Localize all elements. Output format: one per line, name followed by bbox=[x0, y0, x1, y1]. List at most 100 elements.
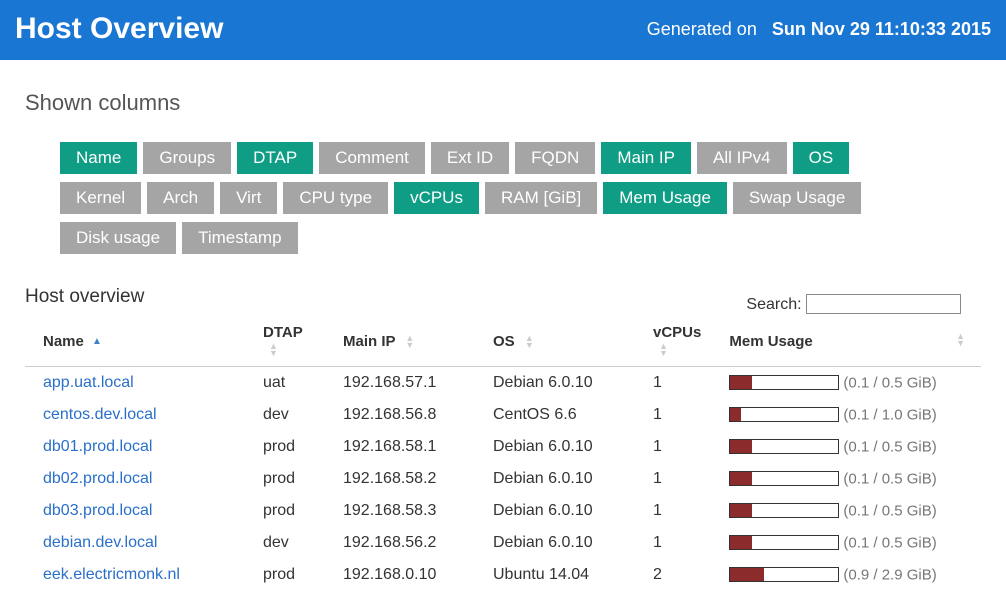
table-row: db02.prod.local prod192.168.58.2Debian 6.… bbox=[25, 463, 981, 495]
table-row: centos.dev.local dev192.168.56.8CentOS 6.… bbox=[25, 399, 981, 431]
filter-swap-usage[interactable]: Swap Usage bbox=[733, 182, 861, 214]
filter-disk-usage[interactable]: Disk usage bbox=[60, 222, 176, 254]
host-link[interactable]: db03.prod.local bbox=[43, 502, 152, 519]
cell-dtap: uat bbox=[245, 367, 325, 400]
filter-kernel[interactable]: Kernel bbox=[60, 182, 141, 214]
host-link[interactable]: debian.dev.local bbox=[43, 534, 157, 551]
cell-vcpus: 1 bbox=[635, 367, 711, 400]
search-row: Search: bbox=[25, 294, 981, 314]
mem-bar bbox=[729, 535, 839, 550]
filter-cpu-type[interactable]: CPU type bbox=[283, 182, 388, 214]
table-row: db03.prod.local prod192.168.58.3Debian 6.… bbox=[25, 495, 981, 527]
filter-all-ipv4[interactable]: All IPv4 bbox=[697, 142, 787, 174]
filter-arch[interactable]: Arch bbox=[147, 182, 214, 214]
filter-dtap[interactable]: DTAP bbox=[237, 142, 313, 174]
mem-bar bbox=[729, 567, 839, 582]
cell-vcpus: 1 bbox=[635, 463, 711, 495]
table-row: db01.prod.local prod192.168.58.1Debian 6.… bbox=[25, 431, 981, 463]
col-vcpus[interactable]: vCPUs ▲▼ bbox=[635, 318, 711, 367]
host-link[interactable]: db02.prod.local bbox=[43, 470, 152, 487]
host-link[interactable]: eek.electricmonk.nl bbox=[43, 566, 180, 583]
mem-bar bbox=[729, 503, 839, 518]
mem-bar bbox=[729, 439, 839, 454]
table-row: debian.dev.local dev192.168.56.2Debian 6.… bbox=[25, 527, 981, 559]
cell-mem-usage: (0.1 / 1.0 GiB) bbox=[711, 399, 981, 431]
cell-mem-usage: (0.1 / 0.5 GiB) bbox=[711, 527, 981, 559]
cell-mem-usage: (0.9 / 2.9 GiB) bbox=[711, 559, 981, 591]
filter-virt[interactable]: Virt bbox=[220, 182, 277, 214]
cell-os: Debian 6.0.10 bbox=[475, 463, 635, 495]
page-title: Host Overview bbox=[15, 12, 223, 46]
filter-fqdn[interactable]: FQDN bbox=[515, 142, 595, 174]
table-row: eek.electricmonk.nl prod192.168.0.10Ubunt… bbox=[25, 559, 981, 591]
mem-label: (0.9 / 2.9 GiB) bbox=[843, 566, 936, 583]
sort-icon: ▲▼ bbox=[525, 335, 534, 349]
sort-icon: ▲▼ bbox=[405, 335, 414, 349]
sort-icon: ▲▼ bbox=[269, 343, 278, 357]
cell-dtap: prod bbox=[245, 431, 325, 463]
cell-main_ip: 192.168.57.1 bbox=[325, 367, 475, 400]
mem-label: (0.1 / 1.0 GiB) bbox=[843, 406, 936, 423]
cell-main_ip: 192.168.58.2 bbox=[325, 463, 475, 495]
cell-mem-usage: (0.1 / 0.5 GiB) bbox=[711, 431, 981, 463]
cell-main_ip: 192.168.56.2 bbox=[325, 527, 475, 559]
mem-label: (0.1 / 0.5 GiB) bbox=[843, 374, 936, 391]
cell-vcpus: 2 bbox=[635, 559, 711, 591]
mem-bar bbox=[729, 471, 839, 486]
shown-columns-title: Shown columns bbox=[25, 90, 981, 116]
cell-dtap: dev bbox=[245, 527, 325, 559]
filter-vcpus[interactable]: vCPUs bbox=[394, 182, 479, 214]
col-main-ip[interactable]: Main IP ▲▼ bbox=[325, 318, 475, 367]
mem-label: (0.1 / 0.5 GiB) bbox=[843, 534, 936, 551]
table-row: app.uat.localuat192.168.57.1Debian 6.0.1… bbox=[25, 367, 981, 400]
host-link[interactable]: centos.dev.local bbox=[43, 406, 157, 423]
page-header: Host Overview Generated on Sun Nov 29 11… bbox=[0, 0, 1006, 60]
filter-groups[interactable]: Groups bbox=[143, 142, 231, 174]
cell-main_ip: 192.168.0.10 bbox=[325, 559, 475, 591]
filter-name[interactable]: Name bbox=[60, 142, 137, 174]
hosts-table: Name ▲ DTAP ▲▼ Main IP ▲▼ OS ▲▼ vCPUs bbox=[25, 318, 981, 591]
host-link[interactable]: app.uat.local bbox=[43, 374, 134, 391]
cell-main_ip: 192.168.58.3 bbox=[325, 495, 475, 527]
col-name[interactable]: Name ▲ bbox=[25, 318, 245, 367]
filter-comment[interactable]: Comment bbox=[319, 142, 425, 174]
col-mem-usage[interactable]: Mem Usage ▲▼ bbox=[711, 318, 981, 367]
generated-on: Generated on Sun Nov 29 11:10:33 2015 bbox=[647, 19, 991, 40]
cell-os: Debian 6.0.10 bbox=[475, 431, 635, 463]
host-link[interactable]: db01.prod.local bbox=[43, 438, 152, 455]
mem-label: (0.1 / 0.5 GiB) bbox=[843, 502, 936, 519]
cell-dtap: dev bbox=[245, 399, 325, 431]
filter-ram-gib-[interactable]: RAM [GiB] bbox=[485, 182, 597, 214]
cell-os: Ubuntu 14.04 bbox=[475, 559, 635, 591]
mem-bar bbox=[729, 375, 839, 390]
mem-bar bbox=[729, 407, 839, 422]
filter-main-ip[interactable]: Main IP bbox=[601, 142, 691, 174]
cell-main_ip: 192.168.58.1 bbox=[325, 431, 475, 463]
column-filters: NameGroupsDTAPCommentExt IDFQDNMain IPAl… bbox=[60, 138, 930, 258]
filter-timestamp[interactable]: Timestamp bbox=[182, 222, 297, 254]
generated-label: Generated on bbox=[647, 19, 757, 39]
filter-os[interactable]: OS bbox=[793, 142, 850, 174]
cell-vcpus: 1 bbox=[635, 527, 711, 559]
cell-os: Debian 6.0.10 bbox=[475, 527, 635, 559]
cell-mem-usage: (0.1 / 0.5 GiB) bbox=[711, 367, 981, 400]
col-dtap[interactable]: DTAP ▲▼ bbox=[245, 318, 325, 367]
cell-mem-usage: (0.1 / 0.5 GiB) bbox=[711, 495, 981, 527]
generated-date: Sun Nov 29 11:10:33 2015 bbox=[772, 19, 991, 39]
mem-label: (0.1 / 0.5 GiB) bbox=[843, 438, 936, 455]
col-os[interactable]: OS ▲▼ bbox=[475, 318, 635, 367]
cell-vcpus: 1 bbox=[635, 399, 711, 431]
cell-main_ip: 192.168.56.8 bbox=[325, 399, 475, 431]
cell-os: Debian 6.0.10 bbox=[475, 495, 635, 527]
cell-vcpus: 1 bbox=[635, 431, 711, 463]
cell-mem-usage: (0.1 / 0.5 GiB) bbox=[711, 463, 981, 495]
cell-dtap: prod bbox=[245, 495, 325, 527]
cell-os: CentOS 6.6 bbox=[475, 399, 635, 431]
filter-ext-id[interactable]: Ext ID bbox=[431, 142, 509, 174]
sort-asc-icon: ▲ bbox=[92, 338, 102, 346]
search-input[interactable] bbox=[806, 294, 961, 314]
cell-dtap: prod bbox=[245, 559, 325, 591]
cell-vcpus: 1 bbox=[635, 495, 711, 527]
filter-mem-usage[interactable]: Mem Usage bbox=[603, 182, 727, 214]
cell-dtap: prod bbox=[245, 463, 325, 495]
